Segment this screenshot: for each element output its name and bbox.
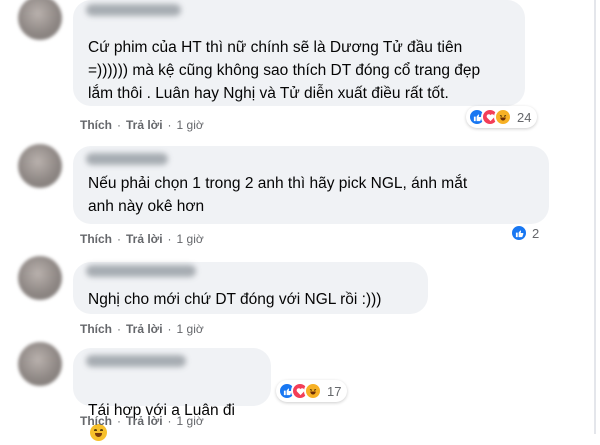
- separator: ·: [117, 118, 121, 132]
- timestamp[interactable]: 1 giờ: [177, 118, 204, 132]
- reply-link[interactable]: Trả lời: [126, 414, 163, 428]
- comment-3: Nghị cho mới chứ DT đóng với NGL rồi :))…: [0, 256, 600, 342]
- comment-text: Cứ phim của HT thì nữ chính sẽ là Dương …: [88, 39, 481, 102]
- separator: ·: [117, 414, 121, 428]
- avatar[interactable]: [18, 342, 62, 386]
- avatar[interactable]: [18, 256, 62, 300]
- avatar[interactable]: [18, 144, 62, 188]
- reaction-summary[interactable]: 17: [276, 380, 348, 402]
- like-link[interactable]: Thích: [80, 322, 112, 336]
- author-name-blurred[interactable]: [86, 153, 168, 165]
- comment-text: Tái hợp với a Luân đi: [88, 376, 235, 445]
- avatar[interactable]: [18, 0, 62, 40]
- comment-bubble: Nghị cho mới chứ DT đóng với NGL rồi :))…: [73, 262, 428, 314]
- separator: ·: [167, 414, 172, 428]
- reaction-summary[interactable]: 24: [466, 106, 538, 128]
- separator: ·: [167, 118, 172, 132]
- reply-link[interactable]: Trả lời: [126, 232, 163, 246]
- reaction-count: 24: [517, 109, 532, 125]
- like-link[interactable]: Thích: [80, 118, 112, 132]
- reaction-count: 2: [532, 225, 540, 241]
- timestamp[interactable]: 1 giờ: [177, 232, 204, 246]
- comment-4: Tái hợp với a Luân đi 17 Thích · Trả lời…: [0, 342, 600, 441]
- comment-actions: Thích · Trả lời · 1 giờ: [80, 414, 204, 428]
- like-link[interactable]: Thích: [80, 232, 112, 246]
- comment-2: Nếu phải chọn 1 trong 2 anh thì hãy pick…: [0, 144, 600, 246]
- separator: ·: [117, 232, 121, 246]
- haha-reaction-icon: [494, 108, 512, 126]
- comment-actions: Thích · Trả lời · 1 giờ: [80, 118, 204, 132]
- haha-reaction-icon: [304, 382, 322, 400]
- timestamp[interactable]: 1 giờ: [177, 414, 204, 428]
- comment-bubble: Nếu phải chọn 1 trong 2 anh thì hãy pick…: [73, 146, 549, 224]
- reaction-count: 17: [327, 383, 342, 399]
- comment-actions: Thích · Trả lời · 1 giờ: [80, 322, 204, 336]
- separator: ·: [167, 232, 172, 246]
- author-name-blurred[interactable]: [86, 4, 181, 16]
- comment-bubble: Tái hợp với a Luân đi: [73, 348, 271, 441]
- author-name-blurred[interactable]: [86, 355, 186, 367]
- author-name-blurred[interactable]: [86, 265, 196, 277]
- reaction-summary[interactable]: 2: [508, 222, 545, 244]
- timestamp[interactable]: 1 giờ: [177, 322, 204, 336]
- like-reaction-icon: [510, 224, 528, 242]
- comment-actions: Thích · Trả lời · 1 giờ: [80, 232, 204, 246]
- reply-link[interactable]: Trả lời: [126, 118, 163, 132]
- comment-1: Cứ phim của HT thì nữ chính sẽ là Dương …: [0, 0, 600, 132]
- comment-bubble: Cứ phim của HT thì nữ chính sẽ là Dương …: [73, 0, 525, 106]
- reply-link[interactable]: Trả lời: [126, 322, 163, 336]
- like-link[interactable]: Thích: [80, 414, 112, 428]
- comment-text: Nếu phải chọn 1 trong 2 anh thì hãy pick…: [88, 175, 468, 215]
- separator: ·: [167, 322, 172, 336]
- comment-text: Nghị cho mới chứ DT đóng với NGL rồi :))…: [88, 291, 382, 308]
- separator: ·: [117, 322, 121, 336]
